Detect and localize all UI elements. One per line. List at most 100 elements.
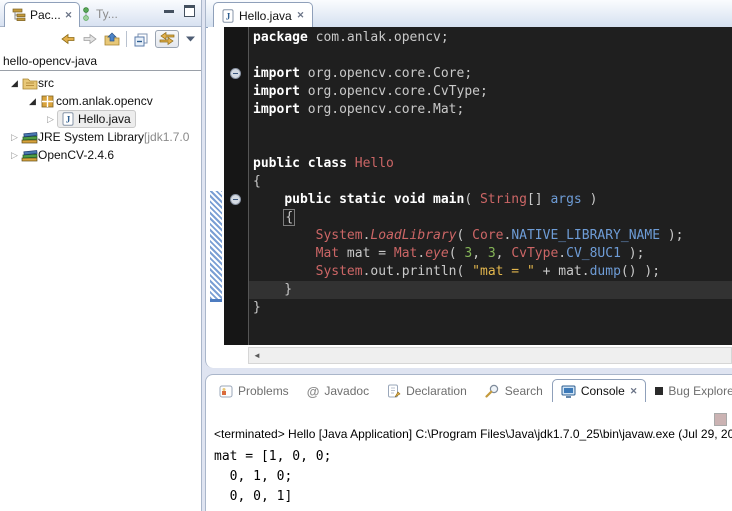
search-icon (485, 384, 500, 398)
tree-item-package[interactable]: ◢ com.anlak.opencv (0, 92, 201, 110)
code-line[interactable] (253, 119, 732, 137)
tab-type-hierarchy[interactable]: Ty... (74, 3, 124, 25)
java-file-icon: J (222, 9, 234, 23)
tab-label: Bug Explorer (668, 384, 732, 398)
expander-closed-icon[interactable]: ▷ (8, 132, 21, 143)
tree-item-jre-library[interactable]: ▷ JRE System Library [jdk1.7.0 (0, 128, 201, 146)
close-icon[interactable]: ✕ (297, 11, 305, 20)
tree-item-label: Hello.java (78, 112, 131, 126)
java-file-icon: J (59, 112, 76, 126)
link-with-editor-icon (158, 32, 176, 46)
code-line[interactable] (253, 47, 732, 65)
tab-javadoc[interactable]: @ Javadoc (298, 380, 378, 402)
tab-type-hierarchy-label: Ty... (96, 7, 118, 21)
editor-panel: J Hello.java ✕ package com.anlak.opencv;… (205, 0, 732, 368)
selected-item-box: J Hello.java (57, 110, 136, 128)
toolbar-separator (126, 31, 127, 47)
terminate-icon[interactable] (714, 413, 727, 426)
view-menu-icon[interactable] (185, 35, 196, 43)
tree-item-label: OpenCV-2.4.6 (38, 148, 114, 162)
code-line[interactable]: System.LoadLibrary( Core.NATIVE_LIBRARY_… (253, 227, 732, 245)
package-explorer-panel: Pac... ✕ Ty... (0, 0, 202, 511)
code-line[interactable]: System.out.println( "mat = " + mat.dump(… (253, 263, 732, 281)
code-line[interactable]: { (253, 173, 732, 191)
source-folder-icon (21, 76, 38, 90)
expander-closed-icon[interactable]: ▷ (44, 114, 57, 125)
tab-problems[interactable]: Problems (210, 380, 298, 402)
annotation-ruler[interactable] (208, 27, 224, 345)
tab-label: Javadoc (324, 384, 369, 398)
tab-label: Declaration (406, 384, 467, 398)
editor-content: package com.anlak.opencv; import org.open… (208, 27, 732, 345)
tree-item-hello-java[interactable]: ▷ J Hello.java (0, 110, 201, 128)
eclipse-window: Pac... ✕ Ty... (0, 0, 732, 511)
forward-icon[interactable] (82, 32, 98, 46)
scroll-left-arrow-icon[interactable]: ◄ (249, 349, 265, 362)
tab-hello-java[interactable]: J Hello.java ✕ (213, 2, 313, 28)
code-line[interactable]: import org.opencv.core.Mat; (253, 101, 732, 119)
library-icon (21, 149, 38, 162)
svg-text:J: J (226, 11, 231, 21)
declaration-icon (387, 384, 401, 398)
range-indicator (210, 191, 222, 302)
tab-package-explorer-label: Pac... (30, 8, 61, 22)
console-output[interactable]: mat = [1, 0, 0; 0, 1, 0; 0, 0, 1] (214, 447, 331, 507)
code-line[interactable] (253, 137, 732, 155)
tab-bug-explorer[interactable]: Bug Explorer (646, 380, 732, 402)
package-explorer-icon (12, 8, 26, 22)
code-line[interactable]: Mat mat = Mat.eye( 3, 3, CvType.CV_8UC1 … (253, 245, 732, 263)
code-line[interactable]: import org.opencv.core.Core; (253, 65, 732, 83)
tab-label: Search (505, 384, 543, 398)
console-toolbar (714, 413, 727, 426)
up-icon[interactable] (104, 32, 120, 47)
collapse-all-icon[interactable] (133, 32, 149, 47)
expander-closed-icon[interactable]: ▷ (8, 150, 21, 161)
collapse-minus-icon[interactable] (230, 194, 241, 205)
code-line[interactable]: } (249, 281, 732, 299)
expander-open-icon[interactable]: ◢ (26, 96, 39, 107)
minimize-icon[interactable] (164, 10, 174, 13)
package-explorer-tabbar: Pac... ✕ Ty... (0, 0, 201, 27)
tab-search[interactable]: Search (476, 380, 552, 402)
link-with-editor-button[interactable] (155, 30, 179, 48)
code-line[interactable]: public class Hello (253, 155, 732, 173)
tab-hello-java-label: Hello.java (239, 9, 292, 23)
code-line[interactable]: public static void main( String[] args ) (253, 191, 732, 209)
bottom-tabbar: Problems @ Javadoc Declaration Search Console… (206, 375, 732, 402)
package-icon (39, 95, 56, 108)
tree-item-src[interactable]: ◢ src (0, 74, 201, 92)
code-line[interactable]: package com.anlak.opencv; (253, 29, 732, 47)
bottom-panel: Problems @ Javadoc Declaration Search Console… (205, 374, 732, 511)
code-line[interactable]: import org.opencv.core.CvType; (253, 83, 732, 101)
project-tree: ◢ src ◢ com.anlak.opencv ▷ J (0, 71, 201, 164)
javadoc-icon: @ (307, 385, 320, 398)
back-icon[interactable] (60, 32, 76, 46)
close-icon[interactable]: ✕ (630, 387, 638, 396)
tree-item-label: JRE System Library (38, 130, 144, 144)
view-window-buttons (164, 5, 195, 17)
console-status-line: <terminated> Hello [Java Application] C:… (214, 427, 732, 441)
bug-icon (655, 387, 663, 395)
svg-text:J: J (65, 115, 70, 125)
project-root-label[interactable]: hello-opencv-java (0, 51, 201, 70)
close-icon[interactable]: ✕ (65, 11, 73, 20)
tree-item-opencv-library[interactable]: ▷ OpenCV-2.4.6 (0, 146, 201, 164)
editor-tabbar: J Hello.java ✕ (206, 0, 732, 28)
tab-console[interactable]: Console ✕ (552, 379, 647, 402)
code-line[interactable]: { (253, 209, 732, 227)
tab-label: Problems (238, 384, 289, 398)
tab-declaration[interactable]: Declaration (378, 380, 476, 402)
fold-gutter[interactable] (224, 27, 249, 345)
console-icon (561, 385, 576, 398)
tab-package-explorer[interactable]: Pac... ✕ (4, 2, 80, 27)
tree-item-label: com.anlak.opencv (56, 94, 153, 108)
horizontal-scrollbar[interactable]: ◄ (248, 347, 732, 364)
tab-label: Console (581, 384, 625, 398)
maximize-icon[interactable] (184, 5, 195, 17)
code-lines[interactable]: package com.anlak.opencv; import org.open… (249, 27, 732, 345)
code-line[interactable]: } (253, 299, 732, 317)
problems-icon (219, 385, 233, 398)
collapse-minus-icon[interactable] (230, 68, 241, 79)
type-hierarchy-icon (80, 7, 92, 21)
expander-open-icon[interactable]: ◢ (8, 78, 21, 89)
